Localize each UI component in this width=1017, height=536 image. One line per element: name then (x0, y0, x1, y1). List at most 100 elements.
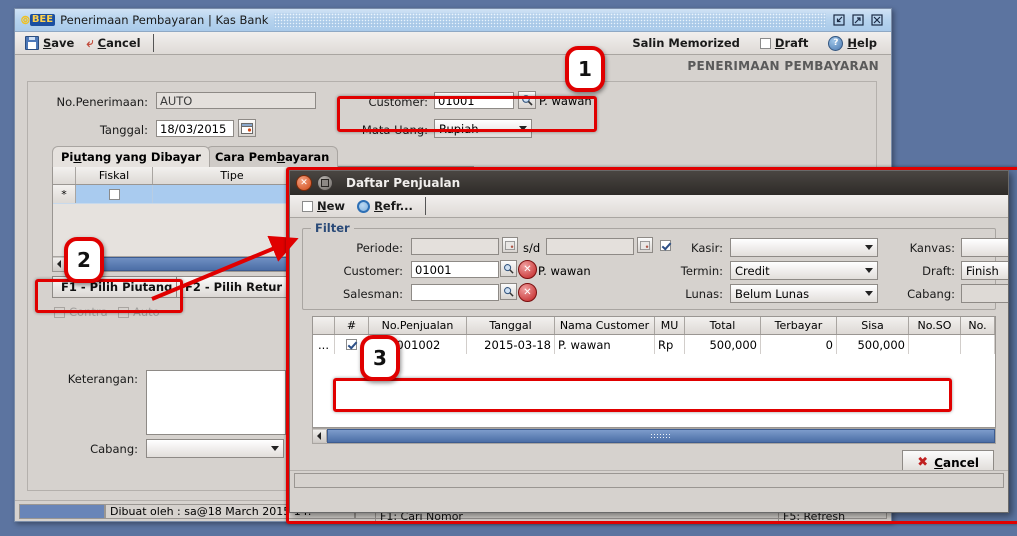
keterangan-textarea[interactable] (146, 370, 286, 435)
cabang-filter-select[interactable] (961, 284, 1008, 303)
salin-memorized-button[interactable]: Salin Memorized (628, 35, 748, 51)
filter-customer-code-input[interactable]: 01001 (411, 261, 499, 278)
td-tanggal: 2015-03-18 (467, 335, 555, 354)
toolbar-right-group: Salin Memorized Draft ? Help (628, 35, 891, 52)
lunas-select[interactable]: Belum Lunas (730, 284, 878, 303)
periode-to-calendar-button[interactable] (637, 237, 653, 253)
periode-to-input[interactable] (546, 238, 634, 255)
chevron-down-icon (865, 291, 873, 296)
dlg-hscroll-thumb[interactable] (327, 429, 995, 443)
periode-from-calendar-button[interactable] (502, 237, 518, 253)
row-marker: * (53, 185, 76, 203)
dialog-close-icon[interactable]: ✕ (296, 175, 312, 191)
filter-group: Filter Periode: s/d Customer: 01001 ✕ P.… (302, 221, 1008, 310)
th-terbayar: Terbayar (761, 317, 837, 334)
filter-customer-clear-button[interactable]: ✕ (518, 260, 537, 279)
draft-filter-value: Finish (966, 263, 999, 278)
auto-checkbox[interactable]: Auto (118, 305, 160, 319)
save-button[interactable]: SSaveave (21, 35, 82, 51)
refresh-button[interactable]: Refr... (353, 198, 421, 214)
chevron-down-icon (865, 268, 873, 273)
filter-salesman-lookup-button[interactable] (500, 283, 517, 300)
dialog-toolbar-divider (424, 197, 426, 215)
periode-from-input[interactable] (411, 238, 499, 255)
tab-cara-label: Cara Pembayaran (214, 150, 330, 164)
draft-filter-label: Draft: (922, 264, 955, 278)
new-button[interactable]: New (298, 198, 353, 214)
scroll-left-icon[interactable] (313, 430, 327, 442)
dialog-statusbar (290, 470, 1008, 489)
no-penerimaan-input[interactable]: AUTO (156, 92, 316, 109)
cancel-label: Cancel (97, 36, 141, 50)
tab-strip: Piutang yang Dibayar Cara Pembayaran (52, 145, 339, 167)
refresh-label: Refr... (374, 199, 413, 213)
draft-checkbox[interactable]: Draft (756, 35, 816, 51)
refresh-icon (357, 199, 371, 213)
termin-value: Credit (735, 263, 770, 278)
customer-code-input[interactable]: 01001 (434, 92, 514, 109)
new-document-icon (302, 200, 313, 212)
help-icon: ? (828, 35, 844, 51)
filter-salesman-input[interactable] (411, 284, 499, 301)
periode-label: Periode: (356, 241, 403, 255)
cancel-button[interactable]: ⤶ Cancel (82, 35, 148, 51)
mata-uang-label: Mata Uang: (361, 123, 428, 137)
row-fiskal-cell[interactable] (76, 185, 153, 203)
tab-piutang-yang-dibayar[interactable]: Piutang yang Dibayar (52, 146, 210, 167)
td-no (961, 335, 995, 354)
termin-select[interactable]: Credit (730, 261, 878, 280)
close-icon[interactable] (870, 14, 883, 27)
row-fiskal-checkbox[interactable] (108, 188, 120, 200)
penjualan-table-hscrollbar[interactable] (312, 428, 996, 444)
contra-checkbox-box[interactable] (54, 306, 65, 318)
screen: ⦾BEE Penerimaan Pembayaran | Kas Bank S (0, 0, 1017, 536)
tab-cara-pembayaran[interactable]: Cara Pembayaran (205, 146, 339, 167)
maximize-icon[interactable] (851, 14, 864, 27)
contra-checkbox[interactable]: Contra (54, 305, 108, 319)
annotation-badge-2: 2 (64, 237, 104, 283)
mata-uang-value: Rupiah (439, 121, 479, 136)
help-button[interactable]: ? Help (824, 35, 885, 52)
grid-col-marker (53, 167, 76, 184)
bee-logo-text: BEE (29, 14, 56, 26)
dialog-cancel-label: Cancel (934, 455, 979, 470)
cabang-select[interactable] (146, 439, 284, 458)
filter-legend: Filter (311, 221, 354, 235)
chevron-down-icon (865, 245, 873, 250)
mata-uang-select[interactable]: Rupiah (434, 119, 532, 138)
dialog-status-inner (294, 473, 1004, 488)
penjualan-table: # No.Penjualan Tanggal Nama Customer MU … (312, 316, 996, 428)
minimize-icon[interactable] (832, 14, 845, 27)
filter-customer-lookup-button[interactable] (500, 260, 517, 277)
th-tanggal: Tanggal (467, 317, 555, 334)
f2-pilih-retur-button[interactable]: F2 - Pilih Retur (176, 276, 292, 298)
filter-salesman-clear-button[interactable]: ✕ (518, 283, 537, 302)
help-label: Help (847, 36, 877, 50)
new-label: New (317, 199, 346, 213)
th-no-so: No.SO (909, 317, 961, 334)
dialog-title: Daftar Penjualan (346, 176, 461, 190)
kasir-select[interactable] (730, 238, 878, 257)
th-no-penjualan: No.Penjualan (369, 317, 467, 334)
customer-lookup-button[interactable] (518, 91, 536, 109)
lunas-label: Lunas: (685, 287, 723, 301)
draft-label: Draft (774, 36, 809, 50)
th-mu: MU (655, 317, 685, 334)
th-hash: # (335, 317, 369, 334)
auto-checkbox-box[interactable] (118, 306, 129, 318)
undo-arrow-icon: ⤶ (86, 35, 94, 51)
table-row[interactable]: ... JL00001002 2015-03-18 P. wawan Rp 50… (313, 335, 995, 354)
kanvas-select[interactable] (961, 238, 1008, 257)
annotation-badge-1: 1 (565, 46, 605, 92)
calendar-picker-button[interactable] (238, 119, 256, 137)
draft-filter-select[interactable]: Finish (961, 261, 1008, 280)
tanggal-label: Tanggal: (99, 123, 148, 137)
cabang-label: Cabang: (90, 442, 138, 456)
draft-checkbox-box[interactable] (759, 37, 771, 49)
filter-salesman-label: Salesman: (342, 287, 403, 301)
th-no: No. (961, 317, 995, 334)
row-select-checkbox[interactable] (346, 339, 357, 350)
dialog-maximize-icon[interactable] (317, 175, 333, 191)
tanggal-input[interactable]: 18/03/2015 (156, 120, 234, 137)
td-total: 500,000 (685, 335, 761, 354)
